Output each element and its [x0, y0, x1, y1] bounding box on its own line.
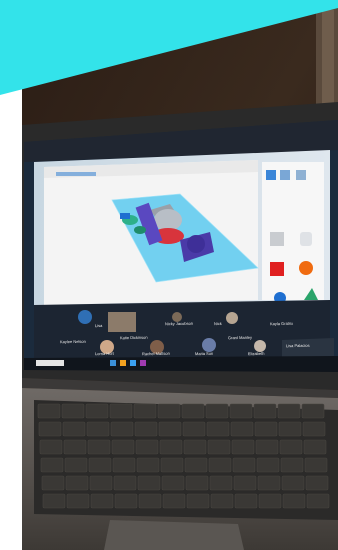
- taskbar: [24, 356, 338, 372]
- keyboard-key: [42, 493, 66, 509]
- keyboard-key: [182, 421, 206, 437]
- keyboard-key: [159, 439, 183, 455]
- keyboard-key: [37, 403, 61, 419]
- keyboard-key: [305, 475, 329, 491]
- keyboard-key: [134, 421, 158, 437]
- keyboard-key: [209, 475, 233, 491]
- keyboard-key: [280, 457, 304, 473]
- keyboard-key: [61, 403, 85, 419]
- keyboard-key: [138, 493, 162, 509]
- keyboard-key: [158, 421, 182, 437]
- keyboard-key: [90, 493, 114, 509]
- keyboard-key: [109, 403, 133, 419]
- keyboard-key: [40, 457, 64, 473]
- photo-scene: Lisa Nicky Jacobson Nick Kayla Gratrix L…: [0, 0, 338, 550]
- participant-name: Lorna Hurt: [94, 350, 114, 357]
- keyboard-key: [229, 403, 253, 419]
- participant-name: Nicky Jacobson: [164, 320, 194, 327]
- keyboard-key: [65, 475, 89, 491]
- keyboard-key: [86, 421, 110, 437]
- keyboard-key: [233, 475, 257, 491]
- keyboard-key: [206, 421, 230, 437]
- keyboard-key: [254, 421, 278, 437]
- keyboard-key: [160, 457, 184, 473]
- keyboard-key: [157, 403, 181, 419]
- keyboard-key: [137, 475, 161, 491]
- keyboard-key: [110, 421, 134, 437]
- keyboard-key: [136, 457, 160, 473]
- keyboard-key: [64, 457, 88, 473]
- keyboard-key: [66, 493, 90, 509]
- keyboard-key: [304, 457, 328, 473]
- keyboard-key: [113, 475, 137, 491]
- keyboard-key: [88, 457, 112, 473]
- participant-name: Grant Manley: [227, 334, 253, 341]
- keyboard-key: [257, 475, 281, 491]
- keyboard-key: [111, 439, 135, 455]
- keyboard-key: [183, 439, 207, 455]
- keyboard-key: [282, 493, 306, 509]
- keyboard-key: [185, 475, 209, 491]
- keyboard-key: [253, 403, 277, 419]
- participant-name: Kayla Gratrix: [269, 320, 294, 327]
- keyboard-key: [255, 439, 279, 455]
- keyboard-key: [277, 403, 301, 419]
- keyboard-key: [281, 475, 305, 491]
- keyboard-key: [181, 403, 205, 419]
- keyboard-key: [87, 439, 111, 455]
- keyboard-key: [38, 421, 62, 437]
- keyboard-key: [133, 403, 157, 419]
- keyboard-key: [278, 421, 302, 437]
- keyboard-key: [89, 475, 113, 491]
- keyboard-key: [186, 493, 210, 509]
- keyboard-key: [210, 493, 234, 509]
- participant-name: Elizabeth: [247, 350, 265, 357]
- keyboard-key: [114, 493, 138, 509]
- trackpad: [104, 520, 244, 550]
- participant-name: Kaylee Nelson: [59, 338, 86, 345]
- participant-name: Rachel Mattson: [141, 350, 170, 357]
- keyboard-key: [279, 439, 303, 455]
- keyboard-key: [231, 439, 255, 455]
- laptop-photo: [0, 0, 338, 550]
- keyboard-key: [207, 439, 231, 455]
- keyboard-key: [306, 493, 330, 509]
- keyboard-key: [303, 439, 327, 455]
- shape-palette: [262, 162, 324, 304]
- participant-name: Katie Dickinson: [119, 334, 148, 341]
- keyboard-key: [234, 493, 258, 509]
- keyboard-key: [85, 403, 109, 419]
- keyboard-key: [135, 439, 159, 455]
- keyboard-key: [112, 457, 136, 473]
- keyboard-key: [230, 421, 254, 437]
- keyboard-key: [205, 403, 229, 419]
- keyboard-key: [63, 439, 87, 455]
- keyboard-key: [258, 493, 282, 509]
- keyboard-key: [256, 457, 280, 473]
- keyboard-key: [232, 457, 256, 473]
- keyboard-key: [301, 403, 325, 419]
- keyboard-key: [162, 493, 186, 509]
- keyboard-key: [161, 475, 185, 491]
- participant-name: Maria Sun: [194, 350, 214, 357]
- keyboard-key: [39, 439, 63, 455]
- keyboard-key: [62, 421, 86, 437]
- keyboard-key: [208, 457, 232, 473]
- keyboard-key: [184, 457, 208, 473]
- participant-name: Lisa Palacios: [285, 342, 310, 349]
- keyboard-key: [302, 421, 326, 437]
- participant-name: Lisa: [94, 322, 103, 329]
- keyboard-key: [41, 475, 65, 491]
- participant-name: Nick: [213, 320, 222, 327]
